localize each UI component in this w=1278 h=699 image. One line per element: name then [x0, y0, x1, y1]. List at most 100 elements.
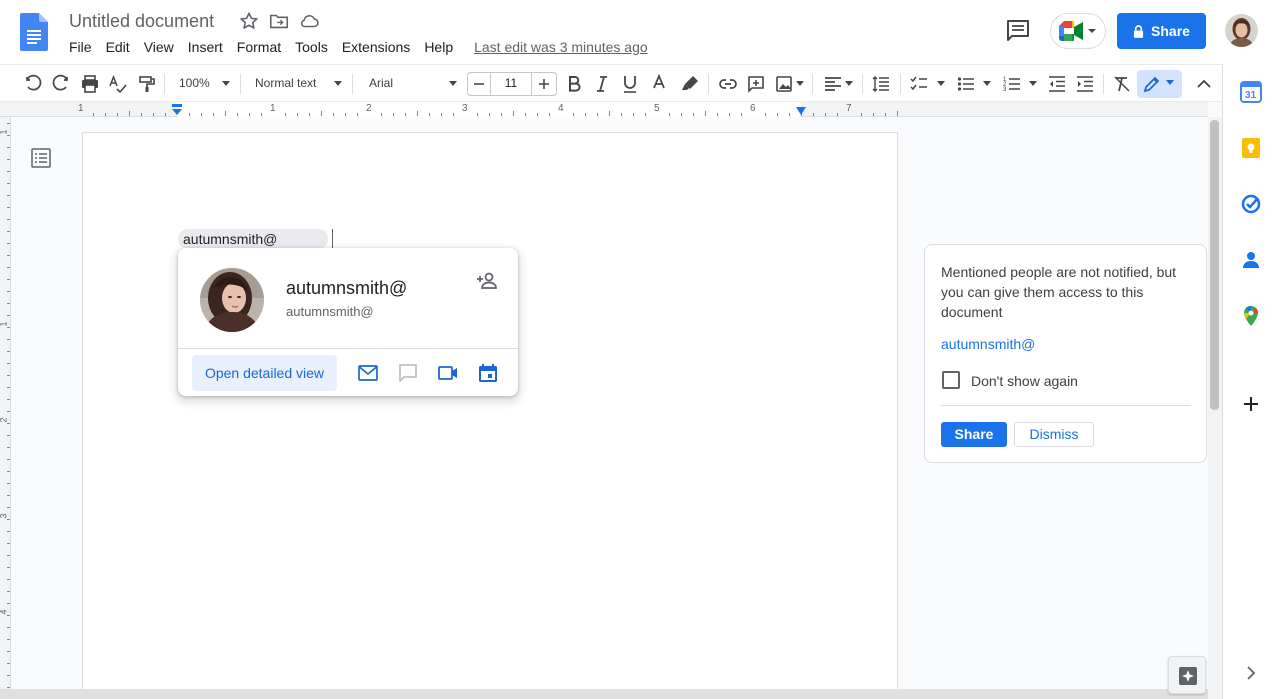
- toolbar-divider: [1103, 74, 1104, 94]
- ruler-tick: [633, 113, 634, 116]
- vruler-tick: [7, 591, 10, 592]
- menu-help[interactable]: Help: [417, 37, 460, 57]
- font-caret-icon[interactable]: [449, 81, 457, 86]
- ruler-tick: [477, 113, 478, 116]
- zoom-caret-icon[interactable]: [222, 81, 230, 86]
- print-icon[interactable]: [80, 74, 100, 94]
- clear-formatting-icon[interactable]: [1112, 74, 1132, 94]
- ruler-number: 7: [846, 103, 852, 114]
- calendar-app-icon[interactable]: 31: [1240, 81, 1262, 103]
- open-detailed-view-button[interactable]: Open detailed view: [192, 355, 337, 391]
- share-button[interactable]: Share: [1117, 13, 1206, 49]
- text-color-icon[interactable]: [649, 74, 669, 94]
- ruler-tick: [729, 113, 730, 116]
- decrease-font-size-icon[interactable]: [469, 74, 489, 94]
- document-page[interactable]: [82, 132, 898, 699]
- increase-indent-icon[interactable]: [1075, 74, 1095, 94]
- email-icon[interactable]: [357, 362, 379, 384]
- notice-dismiss-button[interactable]: Dismiss: [1014, 422, 1094, 447]
- document-title[interactable]: Untitled document: [69, 9, 214, 33]
- decrease-indent-icon[interactable]: [1047, 74, 1067, 94]
- bulleted-list-caret-icon[interactable]: [983, 81, 991, 86]
- star-icon[interactable]: [238, 10, 260, 32]
- editing-mode-button[interactable]: [1137, 70, 1182, 98]
- ruler-tick: [873, 113, 874, 116]
- ruler-tick: [789, 113, 790, 116]
- right-indent-marker-icon[interactable]: [795, 107, 807, 116]
- bold-icon[interactable]: [564, 74, 584, 94]
- align-icon[interactable]: [823, 74, 843, 94]
- insert-image-icon[interactable]: [774, 74, 794, 94]
- insert-link-icon[interactable]: [718, 74, 738, 94]
- contacts-app-icon[interactable]: [1240, 249, 1262, 271]
- calendar-icon[interactable]: [477, 362, 499, 384]
- add-person-icon[interactable]: [475, 269, 499, 293]
- paint-format-icon[interactable]: [137, 74, 157, 94]
- menu-extensions[interactable]: Extensions: [335, 37, 417, 57]
- lock-icon: [1133, 24, 1144, 38]
- add-addon-icon[interactable]: [1240, 393, 1262, 415]
- menu-format[interactable]: Format: [230, 37, 288, 57]
- last-edit-link[interactable]: Last edit was 3 minutes ago: [474, 39, 648, 55]
- checklist-icon[interactable]: [909, 74, 929, 94]
- menu-edit[interactable]: Edit: [99, 37, 137, 57]
- document-outline-icon[interactable]: [30, 147, 52, 169]
- font-select[interactable]: Arial: [369, 76, 393, 90]
- undo-icon[interactable]: [23, 74, 43, 94]
- numbered-list-caret-icon[interactable]: [1029, 81, 1037, 86]
- image-caret-icon[interactable]: [796, 81, 804, 86]
- cloud-status-icon[interactable]: [298, 10, 320, 32]
- account-avatar[interactable]: [1225, 14, 1258, 47]
- ruler-tick: [537, 113, 538, 116]
- line-spacing-icon[interactable]: [871, 74, 891, 94]
- vruler-tick: [7, 627, 10, 628]
- add-comment-icon[interactable]: [746, 74, 766, 94]
- meet-button[interactable]: [1050, 13, 1106, 49]
- menu-tools[interactable]: Tools: [288, 37, 335, 57]
- numbered-list-icon[interactable]: 123: [1002, 74, 1022, 94]
- spellcheck-icon[interactable]: [108, 74, 128, 94]
- keep-app-icon[interactable]: [1240, 137, 1262, 159]
- move-folder-icon[interactable]: [268, 10, 290, 32]
- notice-mention-link[interactable]: autumnsmith@: [941, 336, 1035, 352]
- menu-file[interactable]: File: [62, 37, 99, 57]
- video-call-icon[interactable]: [437, 362, 459, 384]
- side-panel: 31: [1222, 64, 1278, 699]
- tasks-app-icon[interactable]: [1240, 193, 1262, 215]
- dont-show-again-label[interactable]: Don't show again: [971, 373, 1078, 389]
- redo-icon[interactable]: [51, 74, 71, 94]
- font-size-input[interactable]: 11: [498, 76, 524, 90]
- ruler-tick: [525, 113, 526, 116]
- chat-icon[interactable]: [397, 362, 419, 384]
- menu-insert[interactable]: Insert: [181, 37, 230, 57]
- maps-app-icon[interactable]: [1240, 305, 1262, 327]
- text-cursor: [332, 229, 333, 249]
- increase-font-size-icon[interactable]: [534, 74, 554, 94]
- scrollbar-thumb[interactable]: [1210, 120, 1219, 410]
- italic-icon[interactable]: [592, 74, 612, 94]
- style-caret-icon[interactable]: [334, 81, 342, 86]
- hide-menus-icon[interactable]: [1194, 74, 1214, 94]
- highlight-color-icon[interactable]: [680, 74, 700, 94]
- left-indent-marker-icon[interactable]: [171, 104, 183, 116]
- explore-button[interactable]: [1168, 656, 1206, 694]
- mention-chip[interactable]: autumnsmith@: [178, 229, 328, 249]
- style-select[interactable]: Normal text: [255, 76, 316, 90]
- menu-view[interactable]: View: [137, 37, 181, 57]
- dont-show-again-checkbox[interactable]: [942, 371, 960, 389]
- zoom-select[interactable]: 100%: [179, 76, 210, 90]
- toolbar-divider: [812, 74, 813, 94]
- checklist-caret-icon[interactable]: [937, 81, 945, 86]
- vruler-tick: [7, 663, 10, 664]
- comment-history-icon[interactable]: [1004, 18, 1032, 44]
- ruler-tick: [201, 113, 202, 116]
- show-side-panel-icon[interactable]: [1240, 662, 1262, 684]
- bulleted-list-icon[interactable]: [956, 74, 976, 94]
- underline-icon[interactable]: [620, 74, 640, 94]
- align-caret-icon[interactable]: [845, 81, 853, 86]
- vruler-tick: [7, 651, 10, 652]
- notice-share-button[interactable]: Share: [941, 422, 1007, 447]
- vruler-tick: [7, 555, 10, 556]
- docs-logo-icon[interactable]: [20, 13, 48, 51]
- horizontal-scrollbar[interactable]: [0, 689, 1208, 699]
